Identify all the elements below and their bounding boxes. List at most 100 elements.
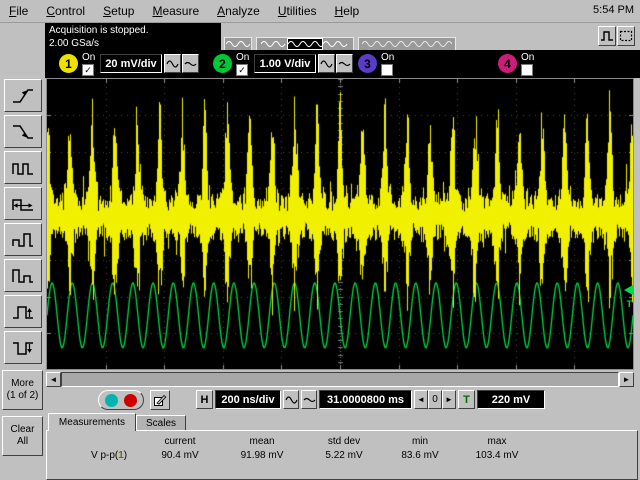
channel-2-on-checkbox[interactable]: ✓ xyxy=(236,64,248,76)
ch1-trigger-marker[interactable] xyxy=(624,210,633,220)
ch1-trigger-label: T xyxy=(627,224,633,234)
large-sine-icon xyxy=(166,59,179,69)
channel-1-scale-down-button[interactable] xyxy=(182,54,199,73)
channel-3-on-label: On xyxy=(381,52,394,63)
clear-all-label-2: All xyxy=(17,436,28,448)
tab-scales[interactable]: Scales xyxy=(136,415,186,431)
menu-analyze[interactable]: Analyze xyxy=(208,1,269,21)
trigger-setup-button[interactable]: T xyxy=(458,390,475,409)
trigger-level-display[interactable]: 220 mV xyxy=(477,390,545,409)
delay-right-button[interactable]: ► xyxy=(442,390,456,409)
trigger-pulse-high-button[interactable] xyxy=(4,295,42,328)
trigger-pulse-width-button[interactable] xyxy=(4,187,42,220)
stop-button[interactable] xyxy=(124,394,137,407)
channel-2-on-label: On xyxy=(236,52,249,63)
timebase-expand-button[interactable] xyxy=(283,390,299,409)
channel-bar: 1 On ✓ 20 mV/div 2 On ✓ 1.00 V/div 3 On … xyxy=(45,50,640,78)
trigger-edge-falling-button[interactable] xyxy=(4,115,42,148)
channel-2-scale-up-button[interactable] xyxy=(318,54,335,73)
annotate-button[interactable] xyxy=(150,390,170,410)
pulse-mode-button[interactable] xyxy=(598,26,616,46)
trigger-runt-button[interactable] xyxy=(4,223,42,256)
menu-bar: File Control Setup Measure Analyze Utili… xyxy=(0,0,640,23)
channel-4-number: 4 xyxy=(504,57,511,71)
value-min: 83.6 mV xyxy=(380,450,460,461)
acquisition-status-text: Acquisition is stopped. xyxy=(49,24,217,37)
scroll-right-button[interactable]: ► xyxy=(619,372,634,387)
trigger-pulse-low-button[interactable] xyxy=(4,331,42,364)
glitch-pulse-icon xyxy=(10,266,36,286)
tab-measurements[interactable]: Measurements xyxy=(48,413,136,431)
delay-zero-button[interactable]: 0 xyxy=(428,390,442,409)
channel-1-on-checkbox[interactable]: ✓ xyxy=(82,64,94,76)
oscilloscope-app: File Control Setup Measure Analyze Utili… xyxy=(0,0,640,480)
measurement-name: V p-p( xyxy=(91,450,118,461)
pulse-width-icon xyxy=(10,194,36,214)
horizontal-h-label: H xyxy=(201,394,209,406)
channel-1-number: 1 xyxy=(65,57,72,71)
trigger-glitch-button[interactable] xyxy=(4,259,42,292)
measurement-row-label[interactable]: V p-p(1) xyxy=(91,450,127,461)
menu-utilities[interactable]: Utilities xyxy=(269,1,326,21)
channel-1-scale-display[interactable]: 20 mV/div xyxy=(100,54,162,73)
sample-rate-text: 2.00 GSa/s xyxy=(49,37,217,50)
menu-setup[interactable]: Setup xyxy=(94,1,143,21)
value-std-dev: 5.22 mV xyxy=(304,450,384,461)
ch2-marker[interactable] xyxy=(624,285,633,295)
waveform-display: T T xyxy=(46,78,634,370)
measurement-name-close: ) xyxy=(124,450,127,461)
channel-3-on-checkbox[interactable] xyxy=(381,64,393,76)
acquisition-status-box: Acquisition is stopped. 2.00 GSa/s xyxy=(45,23,221,50)
trigger-t-label: T xyxy=(463,394,470,406)
ch2-trigger-label: T xyxy=(627,299,633,309)
more-button-label: More xyxy=(11,378,34,390)
waveform-squiggle-icon xyxy=(261,39,287,49)
delay-left-icon: ◄ xyxy=(417,395,425,404)
timebase-compress-button[interactable] xyxy=(301,390,317,409)
channel-2-button[interactable]: 2 xyxy=(213,54,232,73)
column-max: max xyxy=(457,436,537,447)
channel-4-on-label: On xyxy=(521,52,534,63)
channel-1-button[interactable]: 1 xyxy=(59,54,78,73)
channel-4-on-checkbox[interactable] xyxy=(521,64,533,76)
menu-file[interactable]: File xyxy=(0,1,37,21)
channel-4-button[interactable]: 4 xyxy=(498,54,517,73)
more-button[interactable]: More (1 of 2) xyxy=(2,370,43,410)
delay-left-button[interactable]: ◄ xyxy=(414,390,428,409)
dashed-box-button[interactable] xyxy=(617,26,635,46)
scroll-left-icon: ◄ xyxy=(50,375,58,384)
delay-display[interactable]: 31.0000800 ms xyxy=(319,390,412,409)
column-std-dev: std dev xyxy=(304,436,384,447)
small-sine-icon xyxy=(303,395,316,405)
value-max: 103.4 mV xyxy=(457,450,537,461)
column-current: current xyxy=(140,436,220,447)
horizontal-scrollbar: ◄ ► xyxy=(46,372,634,387)
horizontal-setup-button[interactable]: H xyxy=(196,390,213,409)
channel-1-scale-up-button[interactable] xyxy=(164,54,181,73)
timebase-display[interactable]: 200 ns/div xyxy=(215,390,281,409)
channel-2-number: 2 xyxy=(219,57,226,71)
memory-bar-segment-2[interactable] xyxy=(256,37,354,51)
channel-3-button[interactable]: 3 xyxy=(358,54,377,73)
scroll-track[interactable] xyxy=(61,372,619,387)
pulse-down-arrow-icon xyxy=(10,338,36,358)
menu-help[interactable]: Help xyxy=(326,1,369,21)
trigger-edge-rising-button[interactable] xyxy=(4,79,42,112)
runt-pulse-icon xyxy=(10,230,36,250)
pulse-train-icon xyxy=(10,158,36,178)
run-button[interactable] xyxy=(105,394,118,407)
clear-all-button[interactable]: Clear All xyxy=(2,416,43,456)
scroll-right-icon: ► xyxy=(623,375,631,384)
menu-measure[interactable]: Measure xyxy=(143,1,208,21)
channel-2-scale-display[interactable]: 1.00 V/div xyxy=(254,54,316,73)
delay-zero-label: 0 xyxy=(432,394,438,405)
memory-bar-selection[interactable] xyxy=(287,38,323,50)
menu-control[interactable]: Control xyxy=(37,1,94,21)
scope-canvas[interactable] xyxy=(47,79,633,369)
scroll-left-button[interactable]: ◄ xyxy=(46,372,61,387)
memory-bar-segment-1 xyxy=(224,37,252,51)
delay-right-icon: ► xyxy=(445,395,453,404)
channel-2-scale-down-button[interactable] xyxy=(336,54,353,73)
trigger-pulse-train-button[interactable] xyxy=(4,151,42,184)
small-sine-icon xyxy=(338,59,351,69)
